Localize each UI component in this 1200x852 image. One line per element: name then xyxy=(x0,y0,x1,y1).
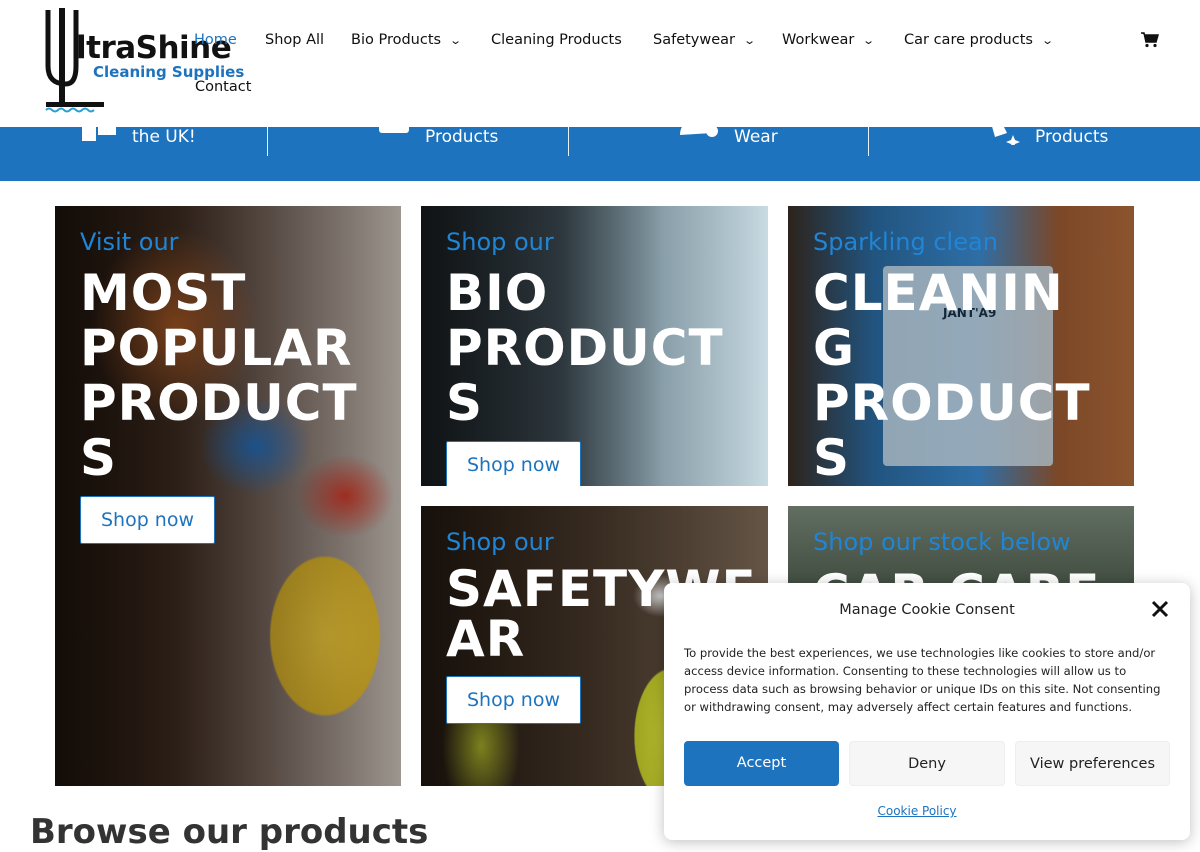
card-title-line: S xyxy=(813,429,851,486)
card-title-line: CLEANIN xyxy=(813,264,1064,322)
divider xyxy=(868,127,869,156)
card-kicker: Shop our xyxy=(446,528,554,556)
promo-card-bio[interactable]: Shop our BIO PRODUCT S Shop now xyxy=(421,206,768,486)
cookie-description: To provide the best experiences, we use … xyxy=(684,646,1161,714)
card-title-line: BIO xyxy=(446,264,549,322)
card-title-line: G xyxy=(813,319,856,377)
promo-card-cleaning[interactable]: JANT'A9 Sparkling clean CLEANIN G PRODUC… xyxy=(788,206,1134,486)
chevron-down-icon: ⌄ xyxy=(743,34,757,47)
nav-bio-products[interactable]: Bio Products ⌄ xyxy=(351,32,463,48)
feature-label-uk: the UK! xyxy=(132,127,196,147)
shop-now-button[interactable]: Shop now xyxy=(446,441,581,486)
nav-safetywear[interactable]: Safetywear ⌄ xyxy=(653,32,757,48)
site-header: ltraShine Cleaning Supplies Home Shop Al… xyxy=(0,0,1200,127)
card-title-line: PRODUCT xyxy=(80,374,358,432)
shop-now-button[interactable]: Shop now xyxy=(80,496,215,544)
cookie-policy-link[interactable]: Cookie Policy xyxy=(664,804,1170,818)
nav-safetywear-label: Safetywear xyxy=(653,32,736,48)
feature-label-wear: Wear xyxy=(734,127,778,147)
features-band: the UK! Products Wear Products xyxy=(0,127,1200,181)
close-icon[interactable] xyxy=(1150,599,1170,619)
card-title: BIO PRODUCT S xyxy=(446,266,724,431)
card-kicker: Shop our xyxy=(446,228,554,256)
accept-button[interactable]: Accept xyxy=(684,741,839,786)
card-title: MOST POPULAR PRODUCT S xyxy=(80,266,358,486)
shop-now-button[interactable]: Shop now xyxy=(446,676,581,724)
site-logo[interactable]: ltraShine Cleaning Supplies xyxy=(40,6,245,116)
card-title: CLEANIN G PRODUCT S xyxy=(813,266,1091,486)
card-kicker: Visit our xyxy=(80,228,179,256)
hardhat-icon xyxy=(680,127,718,137)
nav-home[interactable]: Home xyxy=(194,32,237,48)
nav-car-care[interactable]: Car care products ⌄ xyxy=(904,32,1054,48)
section-heading: Browse our products xyxy=(30,812,429,852)
nav-car-care-label: Car care products xyxy=(904,32,1033,48)
card-title-line: PRODUCT xyxy=(446,319,724,377)
promo-card-popular[interactable]: Visit our MOST POPULAR PRODUCT S Shop no… xyxy=(55,206,401,786)
sparkle-icon xyxy=(992,127,1020,145)
nav-contact[interactable]: Contact xyxy=(195,79,251,95)
card-title-line: POPULAR xyxy=(80,319,353,377)
bottle-icon xyxy=(379,127,409,133)
nav-cleaning-products[interactable]: Cleaning Products xyxy=(491,32,622,48)
nav-bio-label: Bio Products xyxy=(351,32,442,48)
cookie-title: Manage Cookie Consent xyxy=(839,602,1015,618)
deny-button[interactable]: Deny xyxy=(849,741,1005,786)
chevron-down-icon: ⌄ xyxy=(449,34,463,47)
feature-label-products: Products xyxy=(425,127,499,147)
delivery-icon xyxy=(82,127,116,141)
cart-icon[interactable] xyxy=(1141,32,1159,48)
chevron-down-icon: ⌄ xyxy=(862,34,876,47)
cookie-consent-dialog: Manage Cookie Consent To provide the bes… xyxy=(664,583,1190,840)
card-kicker: Sparkling clean xyxy=(813,228,998,256)
card-title-line: S xyxy=(446,374,484,432)
nav-shop-all[interactable]: Shop All xyxy=(265,32,324,48)
card-title-line: S xyxy=(80,429,118,487)
feature-label-products-2: Products xyxy=(1035,127,1109,147)
view-preferences-button[interactable]: View preferences xyxy=(1015,741,1170,786)
card-title-line: MOST xyxy=(80,264,247,322)
nav-workwear[interactable]: Workwear ⌄ xyxy=(782,32,876,48)
divider xyxy=(568,127,569,156)
divider xyxy=(267,127,268,156)
chevron-down-icon: ⌄ xyxy=(1041,34,1054,47)
card-title-line: PRODUCT xyxy=(813,374,1091,432)
nav-workwear-label: Workwear xyxy=(782,32,855,48)
card-kicker: Shop our stock below xyxy=(813,528,1071,556)
